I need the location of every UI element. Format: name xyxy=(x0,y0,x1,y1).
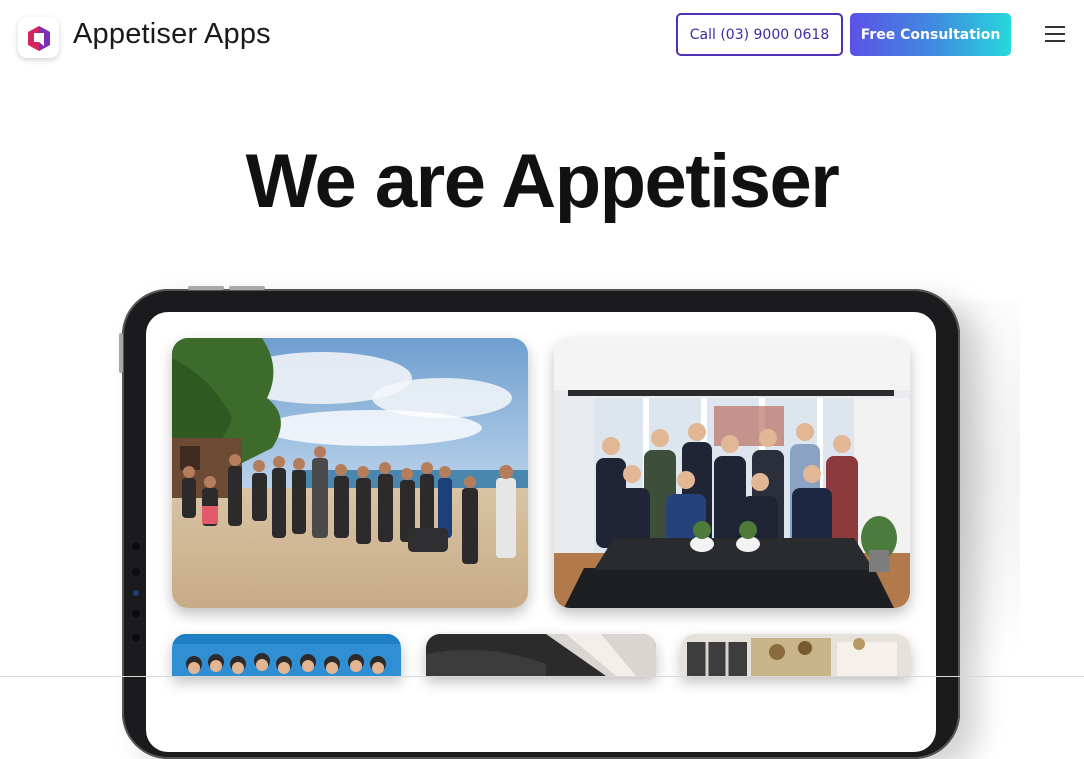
team-dark-photo xyxy=(426,634,656,676)
page-title: We are Appetiser xyxy=(245,139,840,224)
free-consultation-button[interactable]: Free Consultation xyxy=(850,13,1011,56)
tablet-sensor xyxy=(132,610,140,618)
menu-line xyxy=(1045,33,1065,35)
page-divider xyxy=(0,676,1084,677)
tablet-sensor xyxy=(132,634,140,642)
tablet-top-button xyxy=(188,286,224,290)
team-beach-photo xyxy=(172,338,528,608)
call-button[interactable]: Call (03) 9000 0618 xyxy=(676,13,843,56)
team-room-photo xyxy=(681,634,910,676)
brand-name[interactable]: Appetiser Apps xyxy=(73,18,271,51)
menu-line xyxy=(1045,40,1065,42)
hamburger-menu-icon[interactable] xyxy=(1045,25,1067,43)
tablet-sensor xyxy=(132,568,140,576)
site-header: Appetiser Apps Call (03) 9000 0618 Free … xyxy=(0,0,1084,80)
tablet-sensor xyxy=(133,590,139,596)
appetiser-logo-icon[interactable] xyxy=(18,17,59,58)
tablet-side-button xyxy=(119,333,123,373)
tablet-top-button xyxy=(229,286,265,290)
menu-line xyxy=(1045,26,1065,28)
team-office-photo xyxy=(554,338,910,608)
team-blue-photo xyxy=(172,634,401,676)
tablet-sensor xyxy=(132,542,140,550)
